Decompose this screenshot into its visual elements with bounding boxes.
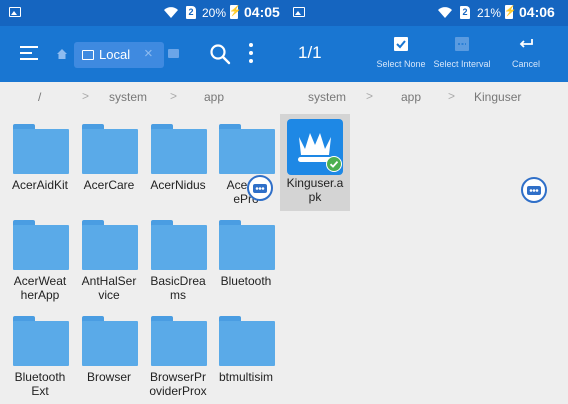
folder-label: AcerCare xyxy=(83,178,135,192)
clock: 04:05 xyxy=(244,4,280,20)
folder-tile[interactable]: BasicDrea ms xyxy=(145,214,211,310)
folder-tile[interactable]: AntHalSer vice xyxy=(76,214,142,310)
left-screen: 2 20% 04:05 Local × / > system > app xyxy=(0,0,284,404)
floating-assist-icon[interactable] xyxy=(247,175,273,201)
folder-tile[interactable]: AcerWeat herApp xyxy=(7,214,73,310)
battery-icon xyxy=(229,5,241,19)
breadcrumb-kinguser[interactable]: Kinguser xyxy=(474,90,521,104)
folder-tile[interactable]: btmultisim xyxy=(213,310,279,404)
status-bar: 2 20% 04:05 xyxy=(0,0,284,26)
folder-label: Browser xyxy=(86,370,131,384)
folder-tile[interactable]: AcerCare xyxy=(76,118,142,214)
apk-file-label: Kinguser.a pk xyxy=(286,176,344,204)
folder-icon xyxy=(13,316,69,366)
sim-icon: 2 xyxy=(186,6,196,19)
wifi-icon xyxy=(164,7,178,18)
battery-icon xyxy=(504,5,516,19)
folder-label: Bluetooth Ext xyxy=(14,370,66,398)
breadcrumb-sep: > xyxy=(366,89,374,103)
folder-label: AntHalSer vice xyxy=(81,274,137,302)
close-icon[interactable]: × xyxy=(144,45,153,62)
folder-icon xyxy=(151,316,207,366)
folder-icon xyxy=(13,124,69,174)
folder-tile[interactable]: AcerAidKit xyxy=(7,118,73,214)
sim-icon: 2 xyxy=(460,6,470,19)
select-interval-label: Select Interval xyxy=(433,59,491,69)
breadcrumb-system[interactable]: system xyxy=(109,90,147,104)
image-notification-icon xyxy=(293,7,305,17)
more-vert-icon[interactable] xyxy=(246,43,256,65)
tab-local[interactable]: Local × xyxy=(74,42,164,68)
breadcrumb: system > app > Kinguser xyxy=(284,82,568,112)
breadcrumb-app[interactable]: app xyxy=(204,90,224,104)
breadcrumb-sep: > xyxy=(448,89,456,103)
selection-toolbar: 1/1 Select None Select Interval Cancel xyxy=(284,26,568,82)
search-icon[interactable] xyxy=(209,43,231,65)
home-icon[interactable] xyxy=(56,48,68,60)
breadcrumb-app[interactable]: app xyxy=(401,90,421,104)
select-none-label: Select None xyxy=(376,59,426,69)
select-none-button[interactable]: Select None xyxy=(374,32,428,69)
breadcrumb: / > system > app xyxy=(0,82,284,112)
breadcrumb-sep: > xyxy=(170,89,178,103)
menu-icon[interactable] xyxy=(20,46,38,60)
battery-percent: 20% xyxy=(202,6,227,20)
file-grid: AcerAidKit AcerCare AcerNidus AcerTh ePro… xyxy=(0,112,284,404)
folder-icon xyxy=(219,316,275,366)
folder-icon xyxy=(219,124,275,174)
check-box-icon xyxy=(394,37,408,51)
folder-tile[interactable]: BrowserPr oviderProx xyxy=(145,310,211,404)
folder-icon xyxy=(82,124,138,174)
toolbar: Local × xyxy=(0,26,284,82)
folder-icon xyxy=(151,124,207,174)
select-interval-button[interactable]: Select Interval xyxy=(432,32,492,69)
folder-icon xyxy=(82,220,138,270)
select-interval-icon xyxy=(455,37,469,51)
selection-count: 1/1 xyxy=(298,43,322,62)
folder-label: AcerAidKit xyxy=(11,178,69,192)
storage-icon xyxy=(82,50,94,60)
folder-label: BrowserPr oviderProx xyxy=(149,370,207,398)
clock: 04:06 xyxy=(519,4,555,20)
breadcrumb-sep: > xyxy=(82,89,90,103)
folder-icon xyxy=(151,220,207,270)
folder-label: AcerNidus xyxy=(150,178,206,192)
image-notification-icon xyxy=(9,7,21,17)
folder-label: AcerWeat herApp xyxy=(13,274,67,302)
cancel-label: Cancel xyxy=(511,59,540,69)
folder-tile[interactable]: AcerNidus xyxy=(145,118,211,214)
folder-tile[interactable]: Bluetooth Ext xyxy=(7,310,73,404)
folder-tile[interactable]: Browser xyxy=(76,310,142,404)
status-bar: 2 21% 04:06 xyxy=(284,0,568,26)
wifi-icon xyxy=(438,7,452,18)
apk-file-tile[interactable]: Kinguser.a pk xyxy=(280,114,350,211)
folder-tile[interactable]: AcerTh ePro xyxy=(213,118,279,214)
folder-icon xyxy=(219,220,275,270)
folder-label: BasicDrea ms xyxy=(150,274,206,302)
check-badge-icon xyxy=(326,156,342,172)
battery-percent: 21% xyxy=(477,6,502,20)
cancel-button[interactable]: Cancel xyxy=(504,32,548,69)
cancel-return-icon xyxy=(519,39,533,48)
folder-icon xyxy=(13,220,69,270)
folder-icon xyxy=(82,316,138,366)
folder-tile[interactable]: Bluetooth xyxy=(213,214,279,310)
folder-label: btmultisim xyxy=(218,370,273,384)
tab-label: Local xyxy=(99,47,131,62)
window-icon[interactable] xyxy=(168,49,179,58)
floating-assist-icon[interactable] xyxy=(521,177,547,203)
folder-label: Bluetooth xyxy=(220,274,272,288)
breadcrumb-root[interactable]: / xyxy=(38,90,41,104)
breadcrumb-system[interactable]: system xyxy=(308,90,346,104)
